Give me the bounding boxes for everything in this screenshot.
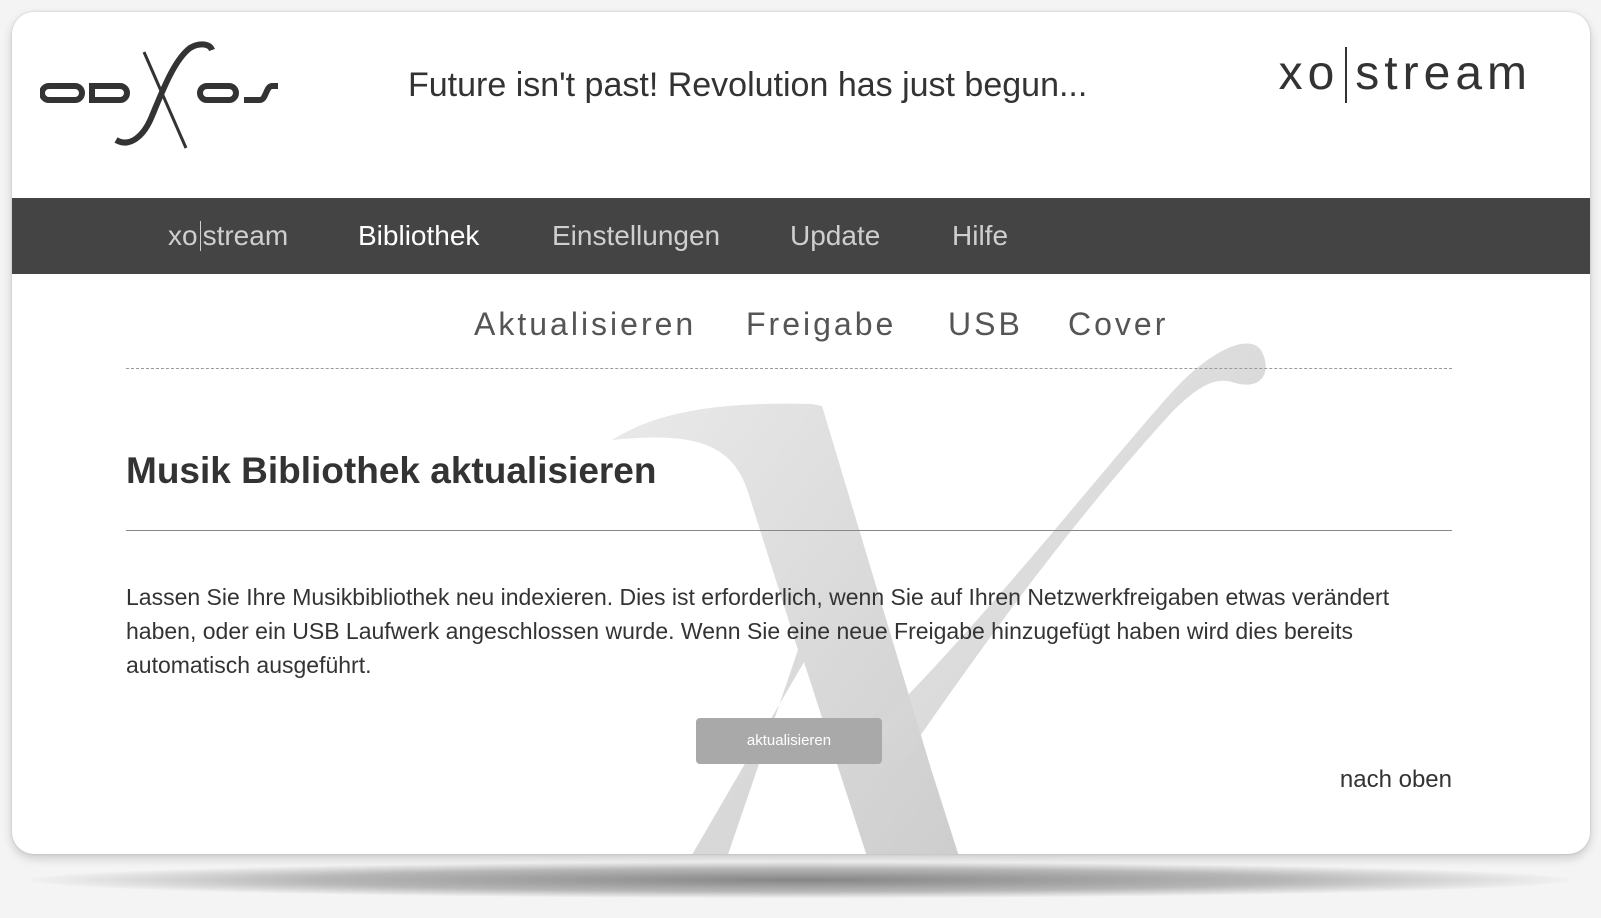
page-frame: Future isn't past! Revolution has just b…: [12, 12, 1590, 854]
subnav-usb[interactable]: USB: [948, 306, 1023, 343]
subnav-freigabe[interactable]: Freigabe: [746, 306, 896, 343]
subnav-aktualisieren[interactable]: Aktualisieren: [474, 306, 696, 343]
subnav-divider: [126, 368, 1452, 369]
brand-title: xo stream: [1279, 46, 1532, 103]
nav-divider: [199, 221, 201, 251]
back-to-top-link[interactable]: nach oben: [1340, 766, 1452, 794]
title-rule: [126, 530, 1452, 531]
nav-update[interactable]: Update: [790, 220, 880, 252]
subnav-cover[interactable]: Cover: [1068, 306, 1168, 343]
main-navigation: xo stream Bibliothek Einstellungen Update…: [12, 198, 1590, 274]
nav-hilfe[interactable]: Hilfe: [952, 220, 1008, 252]
nav-einstellungen[interactable]: Einstellungen: [552, 220, 720, 252]
brand-divider: [1345, 47, 1348, 103]
nav-bibliothek[interactable]: Bibliothek: [358, 220, 479, 252]
section-description: Lassen Sie Ihre Musikbibliothek neu inde…: [126, 584, 1390, 678]
window-shadow: [30, 862, 1570, 898]
odxos-logo: [40, 41, 278, 149]
aktualisieren-button[interactable]: aktualisieren: [696, 718, 882, 764]
nav-xostream[interactable]: xo stream: [168, 220, 288, 252]
section-title: Musik Bibliothek aktualisieren: [126, 450, 657, 491]
tagline: Future isn't past! Revolution has just b…: [408, 66, 1088, 104]
